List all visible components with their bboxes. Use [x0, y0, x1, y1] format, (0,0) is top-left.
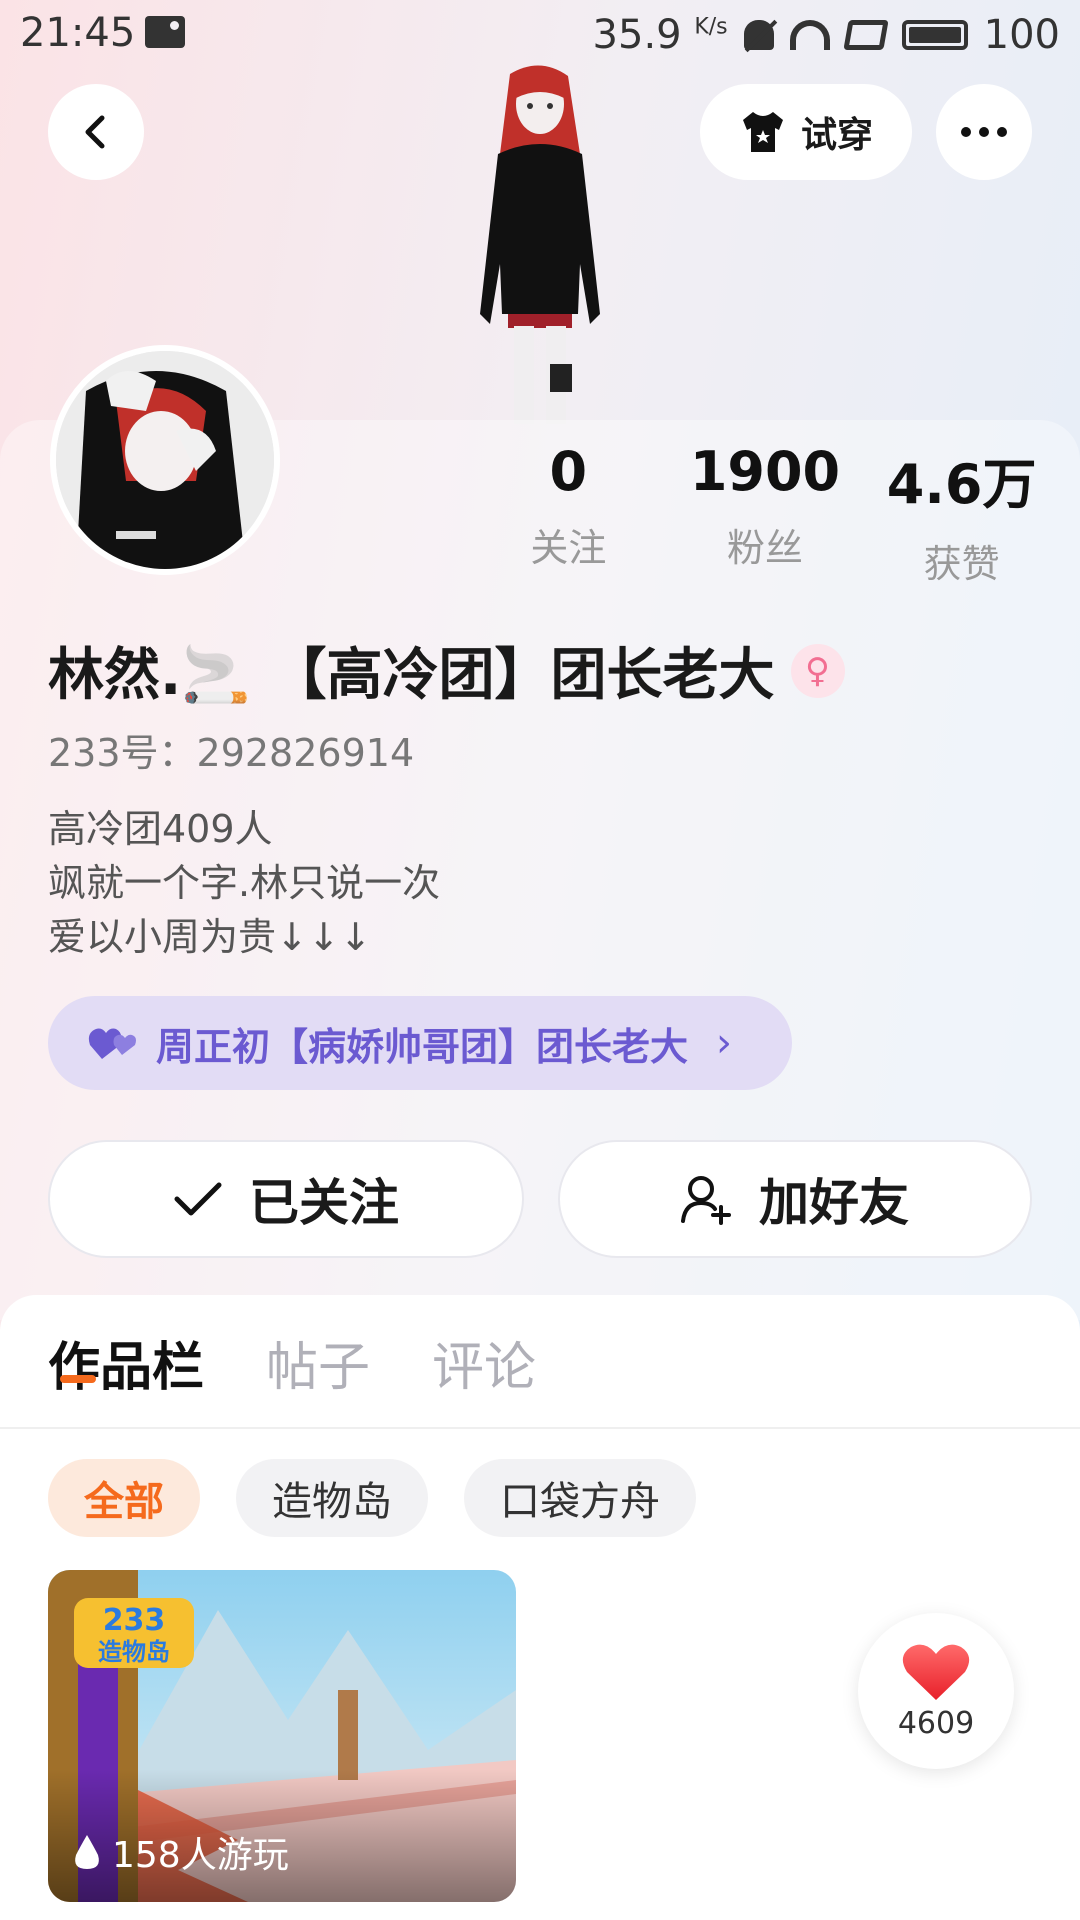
tab-bar: 作品栏 帖子 评论 [48, 1325, 536, 1400]
profile-name: 林然.🚬 【高冷团】团长老大 [48, 643, 775, 708]
back-arrow-icon [85, 115, 105, 149]
mute-bell-icon [743, 20, 774, 50]
followed-button[interactable]: 已关注 [48, 1140, 524, 1258]
battery-icon [901, 20, 968, 50]
filter-chips: 全部 造物岛 口袋方舟 [48, 1459, 696, 1537]
like-button[interactable]: 4609 [858, 1613, 1014, 1769]
avatar-image [56, 351, 274, 569]
screen-icon [842, 20, 889, 50]
network-speed-unit: K/s [694, 14, 728, 40]
avatar-art [56, 351, 274, 569]
bio-line: 爱以小周为贵↓↓↓ [48, 915, 372, 959]
user-id: 233号：292826914 [48, 731, 415, 775]
game-plays: 158人游玩 [72, 1826, 289, 1878]
more-options-button[interactable] [936, 84, 1032, 180]
game-card[interactable]: 233 造物岛 158人游玩 [48, 1570, 516, 1902]
like-count: 4609 [897, 1705, 975, 1741]
relation-text: 周正初【病娇帅哥团】团长老大 [156, 1024, 689, 1069]
add-friend-label: 加好友 [759, 1174, 909, 1232]
shirt-icon [742, 112, 783, 152]
network-speed: 35.9 K/s [593, 12, 728, 58]
stats-row: 0 关注 1900 粉丝 4.6万 获赞 [470, 440, 1060, 588]
network-speed-value: 35.9 [592, 12, 682, 58]
followed-label: 已关注 [249, 1174, 399, 1232]
avatar[interactable] [50, 345, 280, 575]
tab-posts[interactable]: 帖子 [266, 1325, 370, 1400]
more-dot-icon [997, 127, 1007, 137]
try-on-label: 试穿 [800, 115, 873, 156]
image-notification-icon [145, 16, 185, 48]
stat-value: 1900 [689, 440, 841, 503]
stat-label: 粉丝 [726, 526, 803, 570]
relation-chip[interactable]: 周正初【病娇帅哥团】团长老大 › [48, 996, 792, 1090]
battery-level: 100 [983, 12, 1060, 58]
filter-creation-island[interactable]: 造物岛 [236, 1459, 428, 1537]
wifi-icon [789, 20, 830, 50]
chevron-right-icon: › [716, 1020, 733, 1066]
bio: 高冷团409人 飒就一个字.林只说一次 爱以小周为贵↓↓↓ [48, 802, 440, 964]
bio-line: 高冷团409人 [48, 807, 273, 851]
stat-label: 关注 [530, 526, 607, 570]
stat-value: 4.6万 [886, 453, 1037, 516]
tab-works[interactable]: 作品栏 [48, 1325, 204, 1400]
stat-likes[interactable]: 4.6万 获赞 [867, 440, 1057, 588]
stat-value: 0 [549, 440, 588, 503]
status-right: 35.9 K/s 100 [593, 10, 1060, 60]
back-button[interactable] [48, 84, 144, 180]
try-on-button[interactable]: 试穿 [700, 84, 912, 180]
female-gender-icon: ♀ [790, 643, 845, 698]
stat-label: 获赞 [923, 542, 1000, 586]
plays-count: 158人游玩 [112, 1835, 289, 1876]
add-user-icon [681, 1176, 731, 1225]
double-heart-icon [88, 1028, 136, 1059]
tab-divider [0, 1427, 1080, 1429]
tab-comments[interactable]: 评论 [432, 1325, 536, 1400]
filter-pocket-ark[interactable]: 口袋方舟 [464, 1459, 696, 1537]
content-panel: 作品栏 帖子 评论 全部 造物岛 口袋方舟 158人游玩 4609 [0, 1295, 1080, 1920]
heart-icon [902, 1644, 970, 1700]
more-dot-icon [961, 127, 971, 137]
filter-all[interactable]: 全部 [48, 1459, 200, 1537]
status-bar: 21:45 35.9 K/s 100 [0, 0, 1080, 70]
stat-fans[interactable]: 1900 粉丝 [670, 440, 860, 588]
add-friend-button[interactable]: 加好友 [558, 1140, 1032, 1258]
bio-line: 飒就一个字.林只说一次 [48, 861, 441, 905]
name-row: 林然.🚬 【高冷团】团长老大 ♀ [48, 630, 845, 711]
active-tab-indicator [60, 1375, 96, 1383]
flame-icon [75, 1835, 99, 1869]
avatar-figure [480, 65, 600, 424]
check-icon [174, 1182, 222, 1216]
status-time: 21:45 [20, 10, 136, 56]
more-dot-icon [979, 127, 989, 137]
stat-following[interactable]: 0 关注 [473, 440, 663, 588]
